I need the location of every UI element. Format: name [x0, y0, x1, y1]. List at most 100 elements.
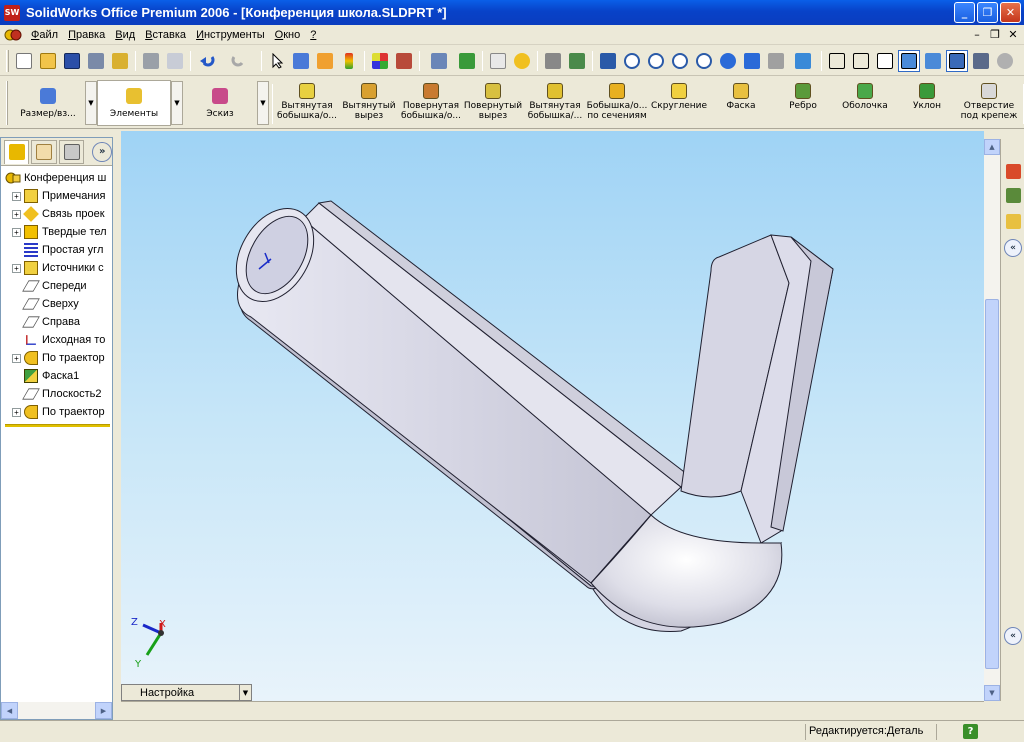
feature-tree-item[interactable]: + По траектор — [1, 403, 112, 421]
cm-command-9[interactable]: Оболочка — [834, 80, 896, 126]
feature-tree-item[interactable]: Простая угл — [1, 241, 112, 259]
expand-plus-icon[interactable]: + — [12, 191, 21, 201]
menu-item-6[interactable]: ? — [305, 29, 321, 41]
new-file-icon[interactable] — [13, 50, 35, 72]
cm-tab-1[interactable]: Элементы — [97, 80, 171, 126]
feature-tree-item[interactable]: Фаска1 — [1, 367, 112, 385]
rebuild-traffic-light-icon[interactable] — [338, 50, 360, 72]
scroll-right-arrow-icon[interactable]: ▶ — [95, 702, 112, 719]
feature-tree-item[interactable]: + Примечания — [1, 187, 112, 205]
expand-plus-icon[interactable]: + — [12, 209, 21, 219]
cm-command-4[interactable]: Вытянутая бобышка/... — [524, 80, 586, 126]
feature-tree-item[interactable]: Сверху — [1, 295, 112, 313]
expand-plus-icon[interactable]: + — [12, 407, 21, 417]
view-orientation-icon[interactable] — [789, 50, 817, 72]
feature-tree-item[interactable]: + По траектор — [1, 349, 112, 367]
feature-tree-item[interactable]: Плоскость2 — [1, 385, 112, 403]
3d-part-model[interactable]: Z X Y — [121, 131, 984, 717]
feature-tree-item[interactable]: + Твердые тел — [1, 223, 112, 241]
rollback-bar[interactable] — [5, 424, 110, 427]
feature-tree-item[interactable]: + Источники с — [1, 259, 112, 277]
task-pane-home-icon[interactable] — [1004, 161, 1022, 181]
status-help-icon[interactable]: ? — [963, 724, 978, 739]
menu-item-3[interactable]: Вставка — [140, 29, 191, 41]
expand-plus-icon[interactable]: + — [12, 227, 21, 237]
menu-item-4[interactable]: Инструменты — [191, 29, 270, 41]
configuration-selector[interactable]: Настройка ▼ — [121, 684, 252, 701]
help-icon[interactable] — [511, 50, 533, 72]
cm-command-2[interactable]: Повернутая бобышка/о... — [400, 80, 462, 126]
feature-tree-item[interactable]: Спереди — [1, 277, 112, 295]
make-assembly-icon[interactable] — [109, 50, 131, 72]
tab-feature-manager[interactable] — [4, 139, 30, 164]
sketch-tool-icon[interactable] — [314, 50, 336, 72]
cm-command-8[interactable]: Ребро — [772, 80, 834, 126]
toolbox-icon[interactable] — [456, 50, 478, 72]
menu-item-0[interactable]: Файл — [26, 29, 63, 41]
3d-drawing-view-icon[interactable] — [765, 50, 787, 72]
zoom-selection-icon[interactable] — [669, 50, 691, 72]
cm-tab-2[interactable]: Эскиз — [183, 80, 257, 126]
select-arrow-icon[interactable] — [266, 50, 288, 72]
chevron-down-icon[interactable]: ▼ — [239, 685, 251, 700]
feature-tree-item[interactable]: + Связь проек — [1, 205, 112, 223]
feature-tree-root[interactable]: Конференция ш — [1, 169, 112, 187]
feature-tree-item[interactable]: Исходная то — [1, 331, 112, 349]
cm-tab-0[interactable]: Размер/вз... — [11, 80, 85, 126]
hidden-lines-visible-icon[interactable] — [850, 50, 872, 72]
cm-command-5[interactable]: Бобышка/о... по сечениям — [586, 80, 648, 126]
brick-icon[interactable] — [393, 50, 415, 72]
hidden-lines-removed-icon[interactable] — [874, 50, 896, 72]
scroll-down-arrow-icon[interactable]: ▼ — [984, 685, 1000, 701]
doc-restore-button[interactable]: ❐ — [988, 27, 1002, 41]
cm-command-10[interactable]: Уклон — [896, 80, 958, 126]
toolbar-grip[interactable] — [6, 49, 9, 72]
restore-button[interactable]: ❐ — [977, 2, 998, 23]
minimize-button[interactable]: _ — [954, 2, 975, 23]
cm-command-7[interactable]: Фаска — [710, 80, 772, 126]
options-icon[interactable] — [424, 50, 454, 72]
scroll-thumb[interactable] — [985, 299, 999, 669]
zoom-previous-icon[interactable] — [693, 50, 715, 72]
cm-command-6[interactable]: Скругление — [648, 80, 710, 126]
rebuild-select-icon[interactable] — [290, 50, 312, 72]
cm-command-0[interactable]: Вытянутая бобышка/о... — [276, 80, 338, 126]
expand-plus-icon[interactable]: + — [12, 263, 21, 273]
undo-icon[interactable] — [195, 50, 225, 72]
zoom-to-fit-icon[interactable] — [597, 50, 619, 72]
redo-icon[interactable] — [227, 50, 257, 72]
more-tabs-chevron-icon[interactable]: » — [92, 141, 112, 162]
menu-item-5[interactable]: Окно — [270, 29, 306, 41]
print-preview-icon[interactable] — [164, 50, 186, 72]
expand-plus-icon[interactable]: + — [12, 353, 21, 363]
task-pane-design-library-icon[interactable] — [1004, 185, 1022, 205]
solidworks-logo-icon[interactable]: SW — [4, 4, 20, 21]
photo-icon[interactable] — [566, 50, 588, 72]
doc-close-button[interactable]: ✕ — [1006, 27, 1020, 41]
shaded-with-edges-icon[interactable] — [898, 49, 920, 72]
menu-item-1[interactable]: Правка — [63, 29, 110, 41]
perspective-icon[interactable] — [994, 50, 1016, 72]
shaded-icon[interactable] — [922, 50, 944, 72]
feature-tree-hscroll[interactable]: ◀ ▶ — [1, 702, 112, 719]
cm-command-1[interactable]: Вытянутый вырез — [338, 80, 400, 126]
wireframe-icon[interactable] — [826, 50, 848, 72]
feature-tree-item[interactable]: Справа — [1, 313, 112, 331]
spring-icon[interactable] — [542, 50, 564, 72]
graphics-viewport[interactable]: Z X Y — [121, 131, 984, 717]
grid-options-icon[interactable] — [369, 50, 391, 72]
tab-configuration-manager[interactable] — [58, 139, 85, 164]
scroll-up-arrow-icon[interactable]: ▲ — [984, 139, 1000, 155]
cm-command-3[interactable]: Повернутый вырез — [462, 80, 524, 126]
zoom-in-out-icon[interactable] — [645, 50, 667, 72]
make-drawing-icon[interactable] — [85, 50, 107, 72]
rotate-view-icon[interactable] — [717, 50, 739, 72]
open-folder-icon[interactable] — [37, 50, 59, 72]
cm-tab-dropdown-icon[interactable]: ▼ — [85, 81, 97, 125]
close-button[interactable]: ✕ — [1000, 2, 1021, 23]
command-manager-grip[interactable] — [6, 81, 8, 125]
save-icon[interactable] — [61, 50, 83, 72]
properties-icon[interactable] — [487, 50, 509, 72]
cm-tab-dropdown-icon[interactable]: ▼ — [171, 81, 183, 125]
solidworks-menu-icon[interactable] — [4, 27, 22, 43]
